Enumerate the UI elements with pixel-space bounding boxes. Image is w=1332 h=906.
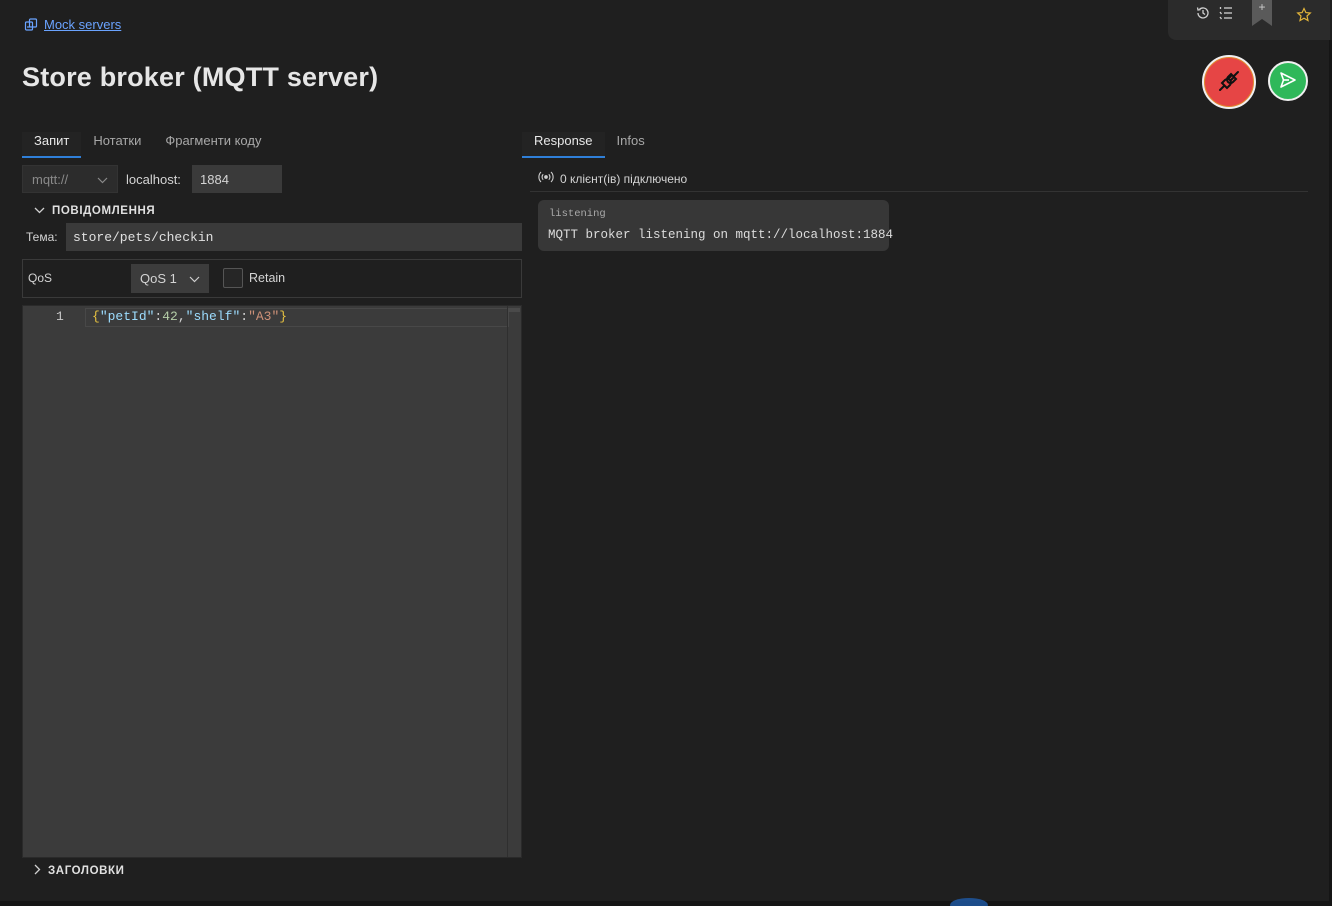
- scheme-value: mqtt://: [32, 171, 69, 187]
- breadcrumb-link-mock-servers[interactable]: Mock servers: [44, 17, 121, 32]
- mock-server-icon: [24, 17, 39, 32]
- history-icon[interactable]: [1195, 5, 1211, 21]
- tab-infos[interactable]: Infos: [605, 132, 657, 158]
- code-token: ,: [177, 309, 186, 324]
- log-entry: listening MQTT broker listening on mqtt:…: [538, 200, 893, 251]
- chevron-right-icon: [34, 864, 41, 878]
- status-text: 0 клієнт(ів) підключено: [560, 171, 688, 186]
- star-icon[interactable]: [1296, 7, 1312, 23]
- chevron-down-icon: [189, 271, 200, 286]
- window-edge-bottom: [0, 901, 1332, 906]
- headers-section-toggle[interactable]: ЗАГОЛОВКИ: [34, 864, 125, 878]
- resize-handle[interactable]: [950, 898, 988, 906]
- code-token: "petId": [99, 309, 155, 324]
- send-button[interactable]: [1268, 61, 1308, 101]
- code-line: {"petId":42,"shelf":"A3"}: [92, 309, 287, 324]
- disconnect-button[interactable]: [1202, 55, 1256, 109]
- list-icon[interactable]: [1218, 5, 1234, 21]
- tab-code-snippets[interactable]: Фрагменти коду: [153, 132, 273, 158]
- message-section-toggle[interactable]: ПОВІДОМЛЕННЯ: [34, 205, 155, 217]
- code-token: :: [240, 309, 249, 324]
- code-token: 42: [162, 309, 178, 324]
- plug-disconnect-icon: [1215, 67, 1243, 98]
- qos-value: QoS 1: [140, 271, 177, 286]
- send-icon: [1278, 70, 1298, 93]
- retain-checkbox[interactable]: [223, 268, 243, 288]
- code-token: }: [279, 309, 288, 324]
- editor-scrollbar[interactable]: [507, 306, 521, 857]
- broadcast-icon: [538, 171, 554, 186]
- bookmark-add-icon[interactable]: +: [1252, 0, 1272, 26]
- message-body-editor[interactable]: 1 {"petId":42,"shelf":"A3"}: [22, 305, 522, 858]
- scrollbar-thumb[interactable]: [508, 308, 520, 312]
- topic-label: Тема:: [26, 230, 58, 244]
- tab-notes[interactable]: Нотатки: [81, 132, 153, 158]
- chevron-down-icon: [34, 205, 45, 217]
- log-entry-message: MQTT broker listening on mqtt://localhos…: [548, 228, 894, 242]
- code-token: "A3": [248, 309, 280, 324]
- bookmark-plus-glyph: +: [1258, 0, 1266, 14]
- topic-input[interactable]: [66, 223, 522, 251]
- section-title: ЗАГОЛОВКИ: [48, 865, 125, 877]
- retain-label: Retain: [249, 271, 286, 285]
- code-token: {: [92, 309, 100, 324]
- top-toolbar: +: [1168, 0, 1330, 40]
- chevron-down-icon: [97, 172, 108, 187]
- qos-row: QoS QoS 1 Retain: [22, 259, 522, 298]
- log-entry-type: listening: [549, 208, 606, 220]
- qos-label: QoS: [28, 271, 53, 285]
- line-number: 1: [56, 309, 64, 324]
- divider: [530, 191, 1308, 192]
- scheme-select[interactable]: mqtt://: [22, 165, 118, 193]
- request-tabs: Запит Нотатки Фрагменти коду: [22, 132, 273, 158]
- qos-select[interactable]: QoS 1: [131, 264, 209, 293]
- port-input[interactable]: [192, 165, 282, 193]
- connection-status: 0 клієнт(ів) підключено: [538, 171, 687, 186]
- tab-request[interactable]: Запит: [22, 132, 82, 158]
- response-tabs: Response Infos: [522, 132, 657, 158]
- host-label: localhost:: [126, 172, 181, 187]
- tab-response[interactable]: Response: [522, 132, 605, 158]
- section-title: ПОВІДОМЛЕННЯ: [52, 205, 156, 217]
- code-token: "shelf": [185, 309, 241, 324]
- breadcrumb: Mock servers: [24, 17, 121, 32]
- page-title: Store broker (MQTT server): [22, 62, 379, 92]
